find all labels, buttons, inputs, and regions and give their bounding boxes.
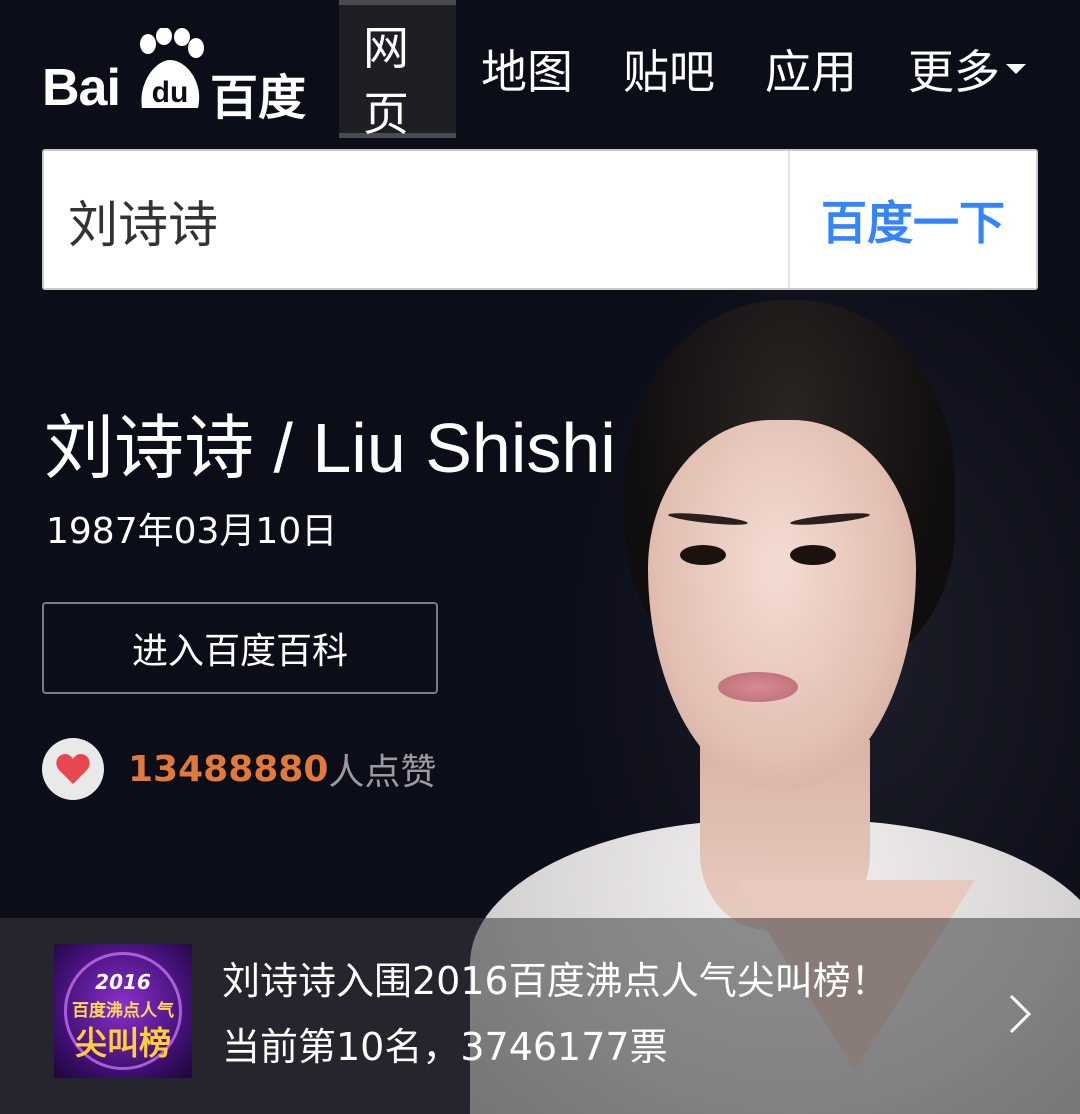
logo-chinese: 百度 [210,70,307,126]
nav-tab-more[interactable]: 更多 [882,0,1052,138]
search-button[interactable]: 百度一下 [788,151,1036,288]
likes-count: 13488880 [128,748,329,790]
nav-tab-label: 网页 [363,21,409,141]
like-section: 13488880 人点赞 [42,738,436,800]
nav-tab-label: 更多 [908,45,1000,99]
badge-line3: 尖叫榜 [74,1024,171,1062]
nav-tab-label: 贴吧 [623,45,715,99]
search-bar: 百度一下 [42,149,1038,290]
banner-text: 刘诗诗入围2016百度沸点人气尖叫榜！当前第10名，3746177票 [222,959,889,1069]
baike-button[interactable]: 进入百度百科 [42,602,438,694]
paw-icon: du [140,28,204,109]
nav-tab-apps[interactable]: 应用 [740,0,882,138]
ranking-badge-image: 2016 百度沸点人气 尖叫榜 [54,944,192,1078]
heart-icon [56,754,90,784]
ranking-banner[interactable]: 2016 百度沸点人气 尖叫榜 刘诗诗入围2016百度沸点人气尖叫榜！当前第10… [0,918,1080,1114]
top-nav: 网页 地图 贴吧 应用 更多 [339,0,1052,141]
top-header: Bai du 百度 网页 地图 贴吧 应用 更多 [0,0,1080,141]
nav-tab-tieba[interactable]: 贴吧 [598,0,740,138]
chevron-right-icon [1009,994,1032,1034]
like-button[interactable] [42,738,104,800]
search-input[interactable] [66,151,790,290]
nav-tab-web[interactable]: 网页 [339,0,456,141]
likes-suffix: 人点赞 [328,752,437,793]
logo-du: du [152,76,189,109]
birth-date: 1987年03月10日 [46,511,338,552]
caret-down-icon [1006,64,1026,74]
nav-tab-map[interactable]: 地图 [456,0,598,138]
baidu-logo[interactable]: Bai du 百度 [42,28,307,126]
nav-tab-label: 应用 [765,45,857,99]
badge-year: 2016 [95,970,151,994]
logo-latin: Bai [42,59,121,117]
nav-tab-label: 地图 [481,45,573,99]
person-title: 刘诗诗 / Liu Shishi [44,409,616,487]
